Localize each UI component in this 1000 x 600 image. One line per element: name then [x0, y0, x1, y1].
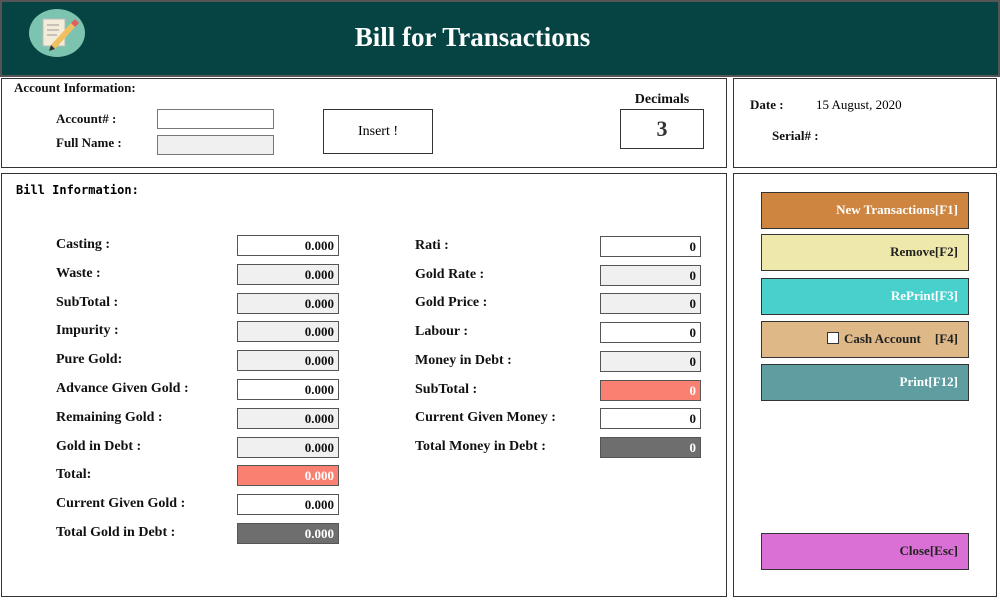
- field-label: Current Given Money :: [415, 410, 556, 426]
- field-label: Impurity :: [56, 323, 119, 339]
- field-label: Rati :: [415, 238, 449, 253]
- field-input[interactable]: 0.000: [237, 379, 339, 400]
- field-input[interactable]: 0.000: [237, 321, 339, 343]
- cash-account-key: [F4]: [934, 331, 958, 346]
- field-input[interactable]: 0: [600, 322, 701, 344]
- field-input[interactable]: 0: [600, 293, 701, 315]
- field-label: Total Gold in Debt :: [56, 525, 176, 540]
- field-input[interactable]: 0: [600, 408, 701, 430]
- field-input[interactable]: 0: [600, 379, 701, 401]
- insert-button[interactable]: Insert !: [323, 109, 433, 154]
- field-label: Advance Given Gold :: [56, 381, 189, 396]
- cash-account-checkbox[interactable]: [826, 332, 839, 344]
- field-label: SubTotal :: [415, 381, 478, 397]
- field-label: Pure Gold:: [56, 352, 123, 368]
- field-label: Total Money in Debt :: [415, 438, 546, 454]
- print-button[interactable]: Print[F12]: [761, 364, 969, 401]
- field-input[interactable]: 0.000: [237, 263, 339, 285]
- field-label: Money in Debt :: [415, 352, 512, 368]
- field-label: Total:: [56, 467, 92, 483]
- field-input[interactable]: 0: [600, 350, 701, 372]
- field-label: Gold Rate :: [415, 266, 485, 282]
- field-label: SubTotal :: [56, 294, 119, 310]
- field-label: Casting :: [56, 237, 111, 252]
- field-input[interactable]: 0.000: [237, 235, 339, 256]
- info-panel: [733, 78, 997, 168]
- new-transaction-button[interactable]: New Transactions[F1]: [761, 192, 969, 229]
- account-heading: Account Information:: [14, 80, 136, 95]
- field-label: Gold Price :: [415, 295, 488, 311]
- decimals-label: Decimals: [634, 92, 690, 107]
- field-label: Labour :: [415, 324, 469, 340]
- field-input[interactable]: 0.000: [237, 407, 339, 429]
- date-label: Date :: [750, 97, 784, 112]
- account-label: Account# :: [56, 111, 117, 126]
- field-label: Waste :: [56, 265, 101, 281]
- field-input[interactable]: 0.000: [237, 436, 339, 458]
- field-input[interactable]: 0: [600, 436, 701, 458]
- field-input[interactable]: 0.000: [237, 292, 339, 314]
- field-input[interactable]: 0.000: [237, 465, 339, 487]
- account-input[interactable]: [157, 109, 274, 129]
- field-label: Remaining Gold :: [56, 409, 163, 425]
- serial-label: Serial# :: [772, 128, 819, 143]
- field-input[interactable]: 0: [600, 264, 701, 286]
- remove-button[interactable]: Remove[F2]: [761, 234, 969, 271]
- decimals-input[interactable]: 3: [620, 109, 704, 149]
- field-input[interactable]: 0: [600, 236, 701, 257]
- reprint-button[interactable]: RePrint[F3]: [761, 278, 969, 315]
- field-input[interactable]: 0.000: [237, 350, 339, 372]
- fullname-label: Full Name :: [56, 135, 122, 150]
- cash-account-toggle[interactable]: Cash Account [F4]: [761, 321, 969, 358]
- fullname-input[interactable]: [157, 135, 274, 155]
- close-button[interactable]: Close[Esc]: [761, 533, 969, 570]
- bill-heading: Bill Information:: [16, 183, 139, 197]
- page-title: Bill for Transactions: [354, 22, 591, 52]
- field-label: Gold in Debt :: [56, 438, 142, 454]
- cash-account-label: Cash Account: [843, 331, 921, 346]
- date-value: 15 August, 2020: [816, 97, 902, 112]
- field-input[interactable]: 0.000: [237, 523, 339, 544]
- field-input[interactable]: 0.000: [237, 494, 339, 516]
- field-label: Current Given Gold :: [56, 496, 186, 512]
